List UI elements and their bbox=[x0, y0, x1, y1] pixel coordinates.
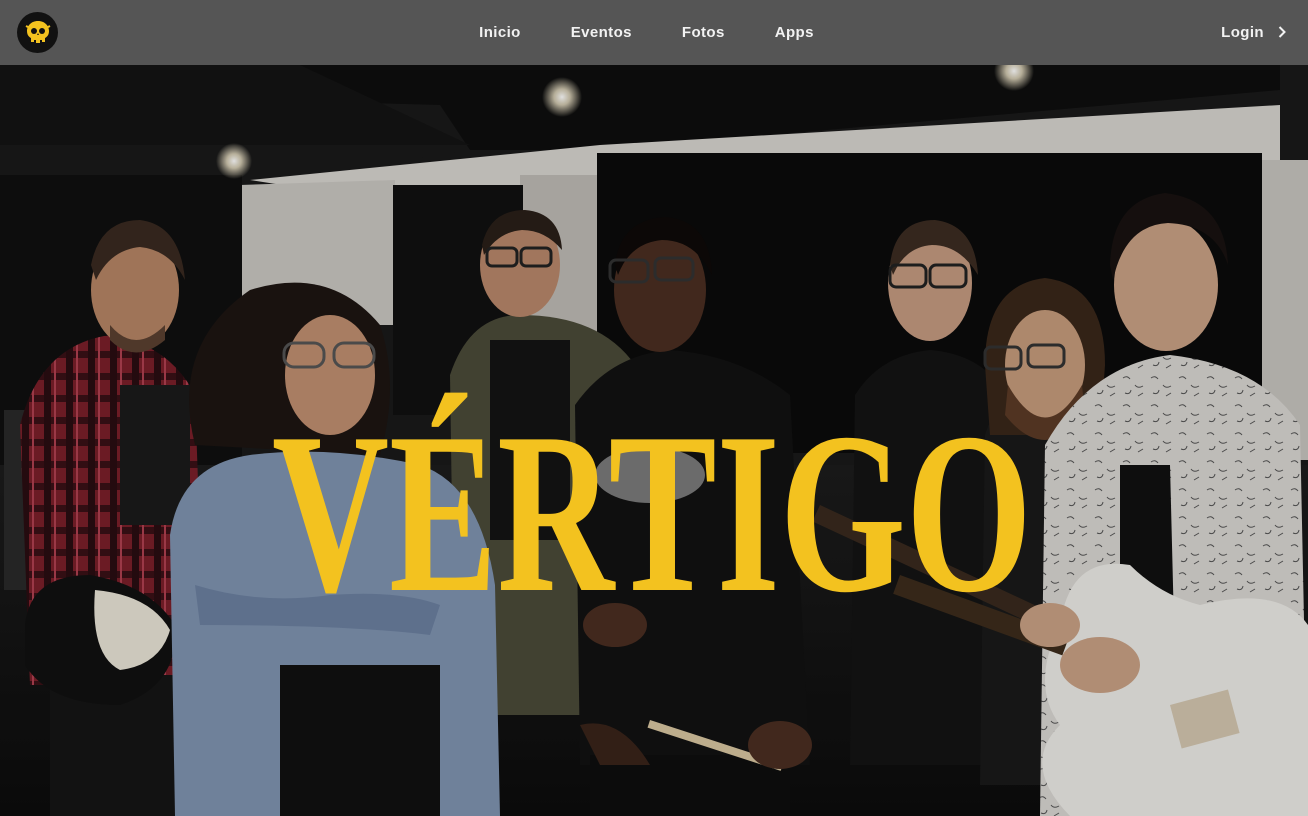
nav-link-apps[interactable]: Apps bbox=[775, 18, 814, 47]
nav-list: Inicio Eventos Fotos Apps bbox=[454, 18, 839, 47]
skull-icon bbox=[25, 20, 50, 43]
hero-section: VÉRTIGO bbox=[0, 65, 1308, 816]
nav-link-eventos[interactable]: Eventos bbox=[571, 18, 632, 47]
login-button[interactable]: Login bbox=[1221, 0, 1286, 65]
login-label: Login bbox=[1221, 24, 1264, 41]
band-photo bbox=[0, 65, 1308, 816]
page: Inicio Eventos Fotos Apps Login VÉRTIGO bbox=[0, 0, 1308, 816]
site-logo[interactable] bbox=[17, 12, 58, 53]
main-nav: Inicio Eventos Fotos Apps bbox=[0, 0, 1308, 65]
nav-link-inicio[interactable]: Inicio bbox=[479, 18, 521, 47]
top-navbar: Inicio Eventos Fotos Apps Login bbox=[0, 0, 1308, 65]
chevron-right-icon bbox=[1278, 25, 1286, 41]
nav-link-fotos[interactable]: Fotos bbox=[682, 18, 725, 47]
